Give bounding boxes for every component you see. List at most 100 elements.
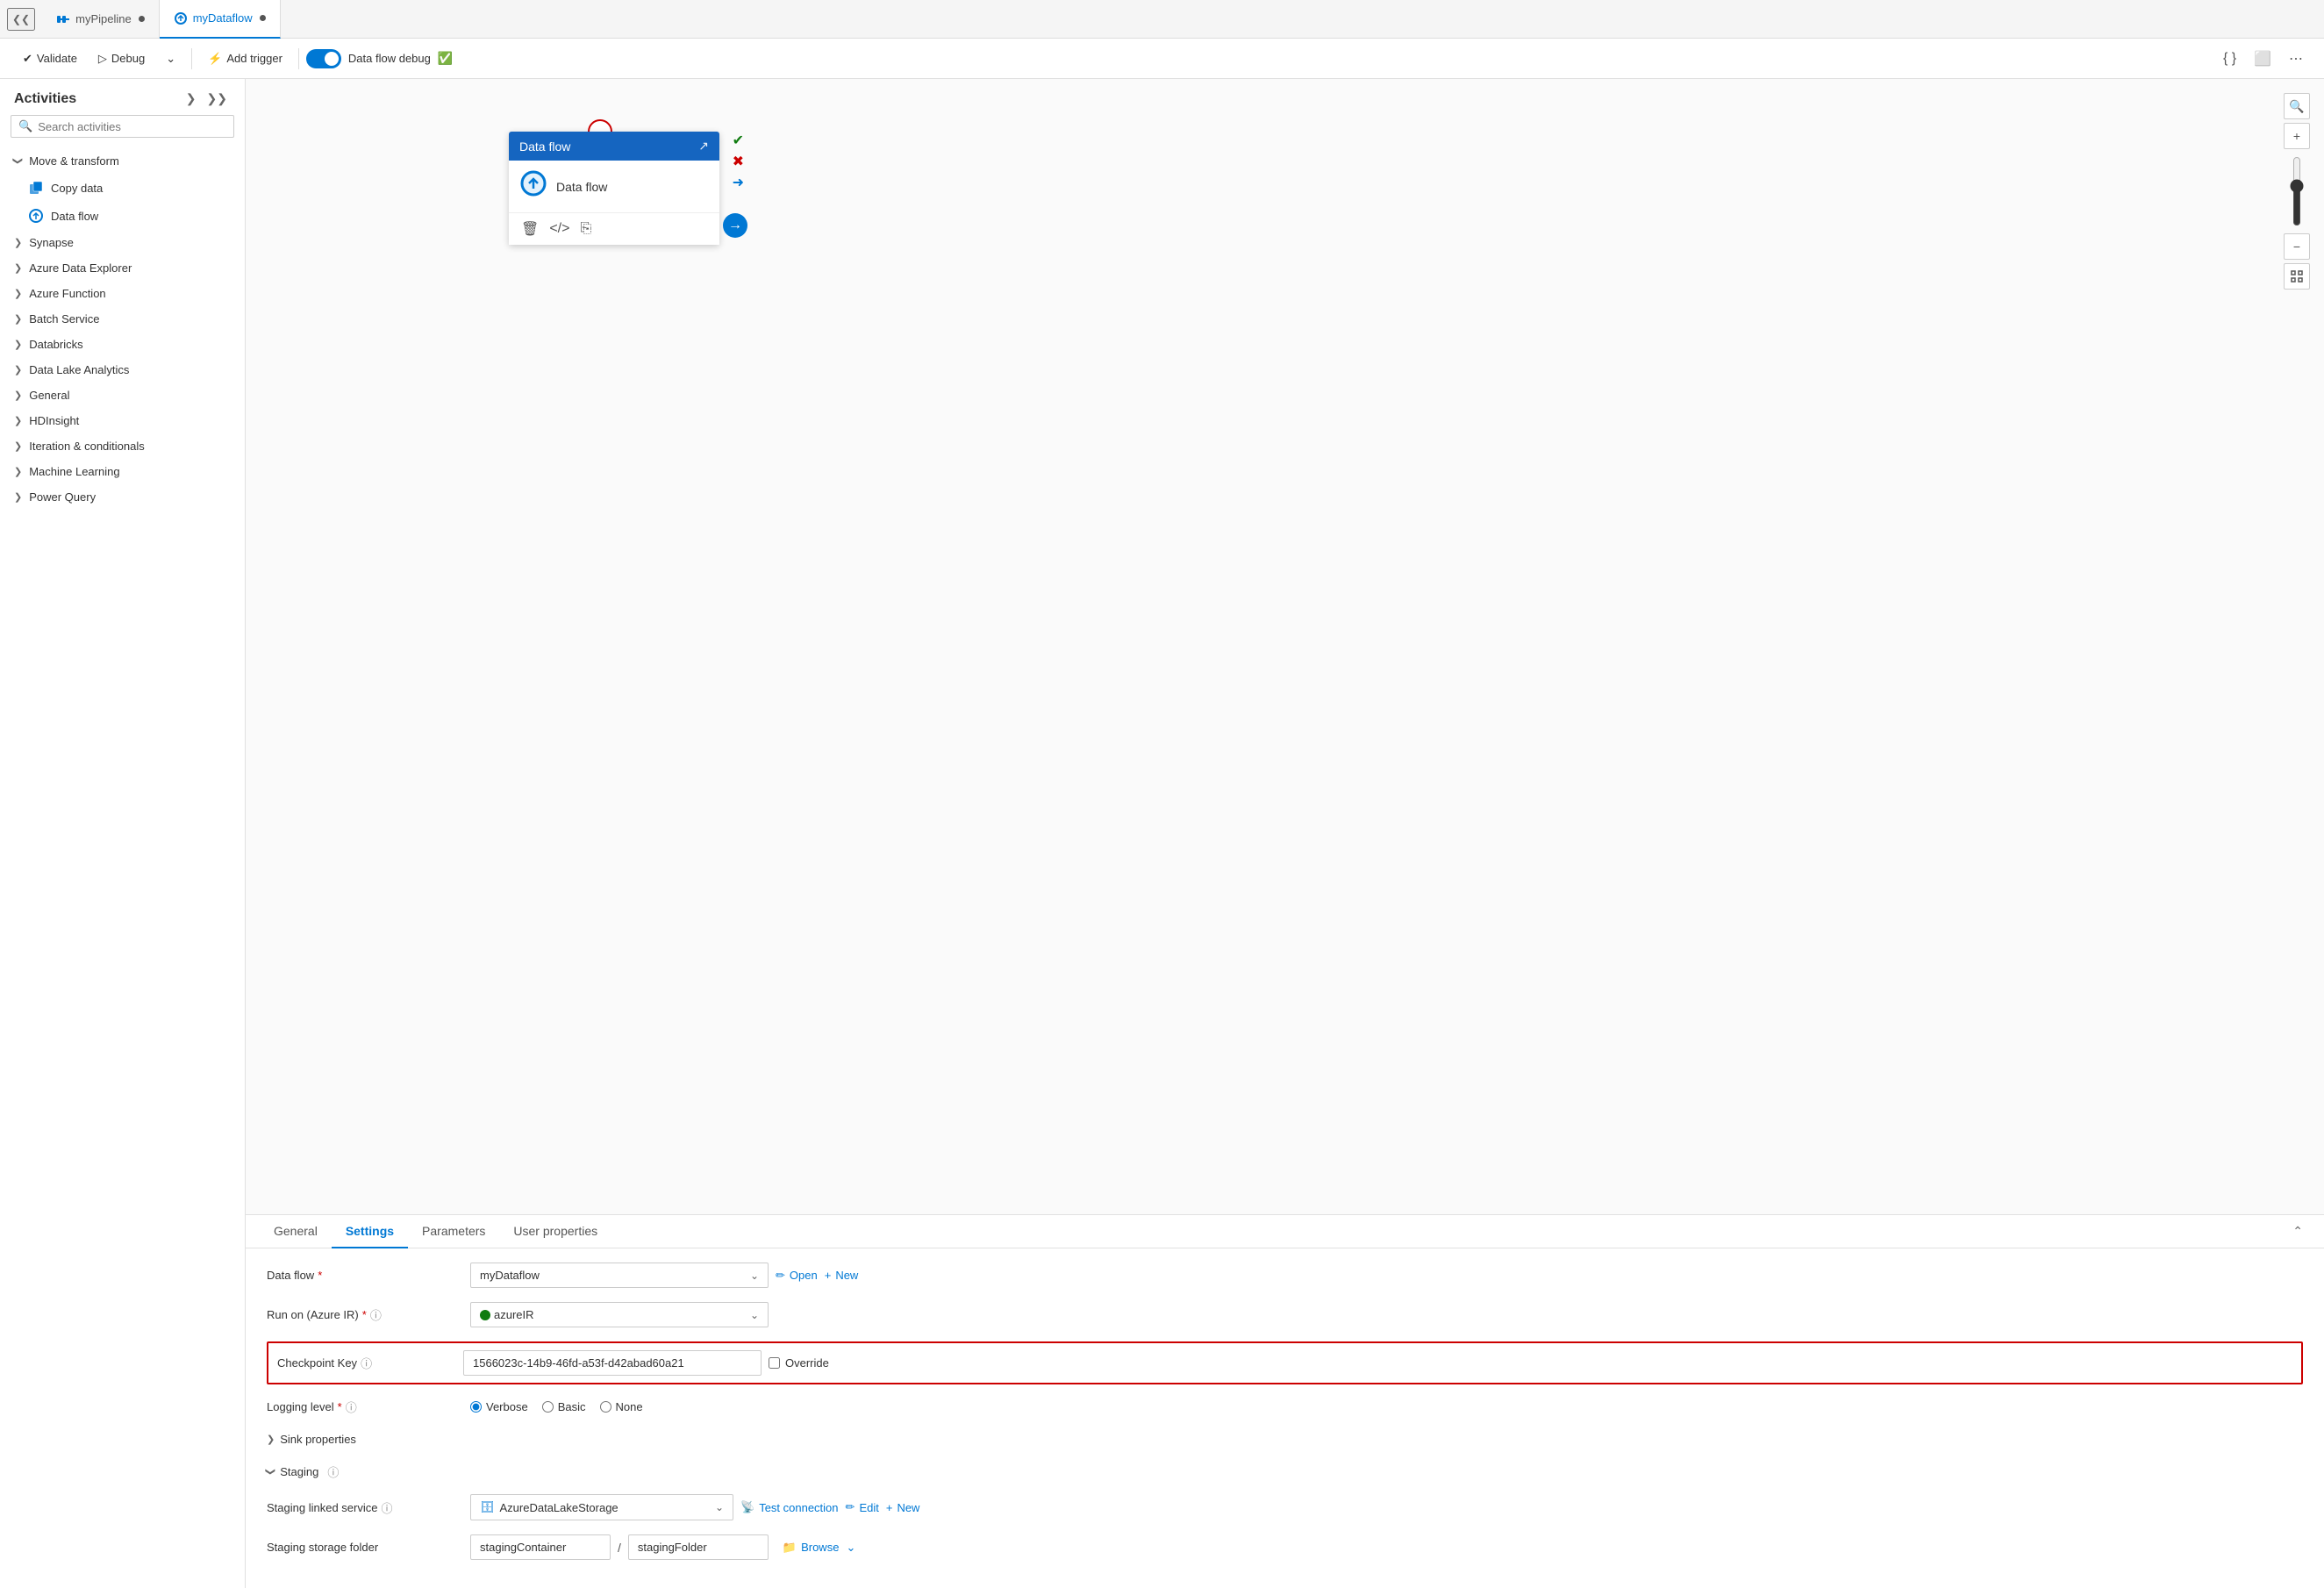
chevron-dla-icon: ❯ (14, 364, 22, 376)
sidebar-section-pq-header[interactable]: ❯ Power Query (0, 484, 245, 510)
json-button[interactable]: { } (2216, 46, 2243, 71)
sidebar-collapse-button[interactable]: ❯ (182, 89, 200, 108)
node-open-icon[interactable]: ↗ (698, 139, 709, 154)
expand-tabs-button[interactable]: ❮❮ (7, 8, 35, 31)
add-trigger-button[interactable]: ⚡ Add trigger (199, 47, 291, 70)
staging-linked-service-info-icon[interactable]: ⓘ (381, 1499, 392, 1516)
sidebar-section-db-header[interactable]: ❯ Databricks (0, 332, 245, 357)
checkpoint-info-icon[interactable]: ⓘ (361, 1355, 372, 1371)
settings-collapse-button[interactable]: ⌃ (2285, 1220, 2310, 1242)
run-on-select[interactable]: azureIR ⌄ (470, 1302, 769, 1327)
tab-settings[interactable]: Settings (332, 1215, 408, 1248)
debug-button[interactable]: ▷ Debug (89, 47, 154, 70)
sidebar-section-general-header[interactable]: ❯ General (0, 383, 245, 408)
toolbar-more-button[interactable]: ⋯ (2282, 46, 2310, 72)
node-code-button[interactable]: </> (547, 219, 571, 239)
override-checkbox[interactable] (769, 1357, 780, 1369)
run-on-status-dot (480, 1310, 490, 1320)
tab-pipeline[interactable]: myPipeline (42, 0, 160, 39)
canvas-node: Data flow ↗ Data flow (509, 132, 719, 245)
browse-button[interactable]: 📁 Browse (783, 1541, 840, 1555)
zoom-slider[interactable] (2288, 156, 2306, 226)
canvas-zoom-in-button[interactable]: + (2284, 123, 2310, 149)
open-pencil-icon: ✏ (776, 1269, 785, 1283)
sidebar-section-databricks: ❯ Databricks (0, 332, 245, 357)
sidebar-section-bs-header[interactable]: ❯ Batch Service (0, 306, 245, 332)
staging-storage-folder-label-text: Staging storage folder (267, 1541, 378, 1554)
sink-properties-header[interactable]: ❯ Sink properties (267, 1429, 2303, 1449)
toolbar: ✔ Validate ▷ Debug ⌄ ⚡ Add trigger Data … (0, 39, 2324, 79)
data-flow-new-button[interactable]: + New (825, 1269, 859, 1282)
node-arrow-button[interactable]: → (723, 213, 747, 238)
sink-properties-chevron-icon: ❯ (267, 1434, 275, 1445)
staging-info-icon[interactable]: ⓘ (327, 1463, 339, 1480)
checkpoint-key-input[interactable] (463, 1350, 762, 1376)
sidebar-section-data-lake-analytics: ❯ Data Lake Analytics (0, 357, 245, 383)
staging-select-chevron-icon: ⌄ (715, 1501, 724, 1513)
sidebar-hide-button[interactable]: ❯❯ (204, 89, 231, 108)
node-actions: 🗑 </> ⎘ → (509, 212, 719, 245)
status-check-icon: ✔ (733, 132, 744, 149)
node-delete-button[interactable]: 🗑 (519, 218, 540, 240)
sidebar-title: Activities (14, 91, 76, 107)
logging-none-option[interactable]: None (600, 1400, 643, 1413)
form-row-staging-folder: Staging storage folder / 📁 Browse (267, 1534, 2303, 1560)
staging-container-input[interactable] (470, 1534, 611, 1560)
canvas-search-button[interactable]: 🔍 (2284, 93, 2310, 119)
logging-info-icon[interactable]: ⓘ (346, 1398, 357, 1415)
tab-parameters[interactable]: Parameters (408, 1215, 499, 1248)
validate-label: Validate (37, 52, 77, 65)
sidebar-section-move-transform-header[interactable]: ❯ Move & transform (0, 148, 245, 174)
sidebar-section-synapse-header[interactable]: ❯ Synapse (0, 230, 245, 255)
canvas-fit-button[interactable] (2284, 263, 2310, 290)
validate-button[interactable]: ✔ Validate (14, 47, 86, 70)
sidebar-item-copy-data[interactable]: Copy data ☰ (0, 174, 245, 202)
sidebar-section-ic-header[interactable]: ❯ Iteration & conditionals (0, 433, 245, 459)
dataflow-debug-toggle[interactable] (306, 49, 341, 68)
sidebar-section-af-header[interactable]: ❯ Azure Function (0, 281, 245, 306)
staging-folder-input[interactable] (628, 1534, 769, 1560)
debug-label: Debug (111, 52, 145, 65)
canvas-zoom-out-button[interactable]: − (2284, 233, 2310, 260)
run-on-info-icon[interactable]: ⓘ (370, 1306, 382, 1323)
checkpoint-key-label-text: Checkpoint Key (277, 1356, 357, 1370)
sidebar-section-hdi-header[interactable]: ❯ HDInsight (0, 408, 245, 433)
tab-user-properties-label: User properties (513, 1224, 597, 1238)
layout-button[interactable]: ⬜ (2247, 46, 2278, 72)
sidebar-header-icons: ❯ ❯❯ (182, 89, 231, 108)
run-on-label: Run on (Azure IR) * ⓘ (267, 1306, 460, 1323)
staging-folder-dropdown-button[interactable]: ⌄ (846, 1541, 855, 1555)
staging-linked-service-select[interactable]: 🗄 AzureDataLakeStorage ⌄ (470, 1494, 733, 1520)
logging-basic-option[interactable]: Basic (542, 1400, 586, 1413)
logging-basic-radio[interactable] (542, 1401, 554, 1413)
logging-none-radio[interactable] (600, 1401, 611, 1413)
logging-verbose-radio[interactable] (470, 1401, 482, 1413)
data-flow-open-button[interactable]: ✏ Open (776, 1269, 818, 1283)
run-on-control: azureIR ⌄ (470, 1302, 2303, 1327)
staging-edit-button[interactable]: ✏ Edit (846, 1500, 879, 1514)
logging-verbose-option[interactable]: Verbose (470, 1400, 528, 1413)
data-flow-select[interactable]: myDataflow ⌄ (470, 1263, 769, 1288)
sidebar-section-ade-header[interactable]: ❯ Azure Data Explorer (0, 255, 245, 281)
zoom-slider-container (2288, 156, 2306, 226)
staging-new-button[interactable]: + New (886, 1501, 920, 1514)
tab-general-label: General (274, 1224, 318, 1238)
staging-linked-service-value: AzureDataLakeStorage (500, 1501, 619, 1514)
search-input[interactable] (38, 120, 226, 133)
node-copy-button[interactable]: ⎘ (578, 219, 593, 239)
dataflow-tab-icon (174, 11, 188, 25)
debug-dropdown-button[interactable]: ⌄ (157, 47, 184, 70)
staging-header[interactable]: ❯ Staging ⓘ (267, 1460, 2303, 1484)
sidebar-section-dla-header[interactable]: ❯ Data Lake Analytics (0, 357, 245, 383)
staging-folder-chevron-icon: ⌄ (846, 1541, 855, 1555)
data-flow-node[interactable]: Data flow ↗ Data flow (509, 132, 719, 245)
tab-user-properties[interactable]: User properties (499, 1215, 611, 1248)
sidebar-item-data-flow[interactable]: Data flow ☰ (0, 202, 245, 230)
canvas[interactable]: Data flow ↗ Data flow (246, 79, 2324, 1214)
test-connection-button[interactable]: 📡 Test connection (740, 1500, 839, 1514)
logging-none-label: None (616, 1400, 643, 1413)
chevron-af-icon: ❯ (14, 288, 22, 299)
tab-general[interactable]: General (260, 1215, 332, 1248)
sidebar-section-ml-header[interactable]: ❯ Machine Learning (0, 459, 245, 484)
tab-dataflow[interactable]: myDataflow (160, 0, 281, 39)
